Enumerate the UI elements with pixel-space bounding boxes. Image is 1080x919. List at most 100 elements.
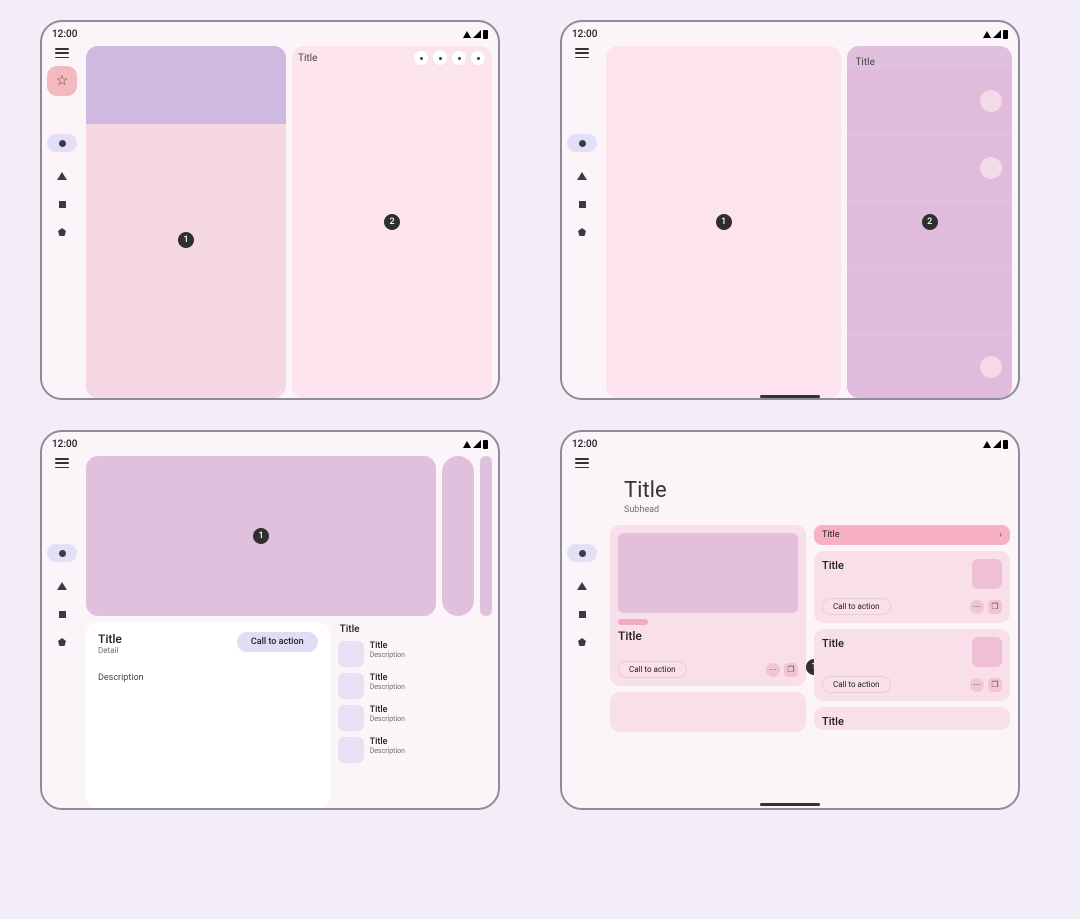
menu-icon[interactable] [575, 458, 589, 468]
pane-title: Title [298, 53, 317, 64]
collection-icon[interactable]: ❐ [988, 678, 1002, 692]
nav-item[interactable] [567, 632, 597, 652]
wifi-icon [463, 31, 471, 38]
page-subhead: Subhead [624, 505, 1010, 515]
toolbar-action[interactable] [470, 50, 486, 66]
hero-item-peek[interactable] [442, 456, 474, 616]
hero-item-peek[interactable] [480, 456, 492, 616]
avatar [980, 90, 1002, 112]
toolbar-actions [413, 50, 486, 66]
cta-chip[interactable]: Call to action [822, 676, 891, 693]
feed-card[interactable]: Title Call to action ⋯ ❐ [814, 551, 1010, 623]
battery-icon [1003, 440, 1008, 449]
tablet-frame-3: 12:00 1 [40, 430, 500, 810]
square-icon [579, 201, 586, 208]
nav-item[interactable] [567, 222, 597, 242]
supporting-pane[interactable]: Title 2 [847, 46, 1012, 398]
status-bar: 12:00 [42, 22, 498, 42]
list-item[interactable] [847, 136, 1012, 198]
list-item[interactable]: TitleDescription [338, 673, 492, 699]
pentagon-icon [578, 228, 586, 236]
detail-pane[interactable]: Title 2 [292, 46, 492, 398]
list-pane[interactable]: 1 [86, 46, 286, 398]
nav-item-active[interactable] [47, 134, 77, 152]
list-item[interactable] [847, 203, 1012, 265]
fab-button[interactable]: ☆ [47, 66, 77, 96]
nav-item-active[interactable] [567, 544, 597, 562]
list-item[interactable]: TitleDescription [338, 737, 492, 763]
nav-rail [42, 452, 82, 808]
collection-icon[interactable]: ❐ [988, 600, 1002, 614]
card-description: Description [98, 673, 318, 683]
toolbar-action[interactable] [413, 50, 429, 66]
menu-icon[interactable] [55, 48, 69, 58]
nav-rail [562, 452, 602, 808]
hero-image [86, 46, 286, 124]
more-icon[interactable]: ⋯ [970, 600, 984, 614]
region-badge: 2 [384, 214, 400, 230]
toolbar-action[interactable] [451, 50, 467, 66]
nav-item[interactable] [567, 194, 597, 214]
signal-icon [993, 440, 1001, 448]
feed-card[interactable]: Title Call to action ⋯ ❐ [814, 629, 1010, 701]
nav-item[interactable] [47, 222, 77, 242]
label-chip [618, 619, 648, 625]
cta-chip[interactable]: Call to action [618, 661, 687, 678]
side-list: Title TitleDescription TitleDescription … [338, 622, 492, 808]
list-item[interactable] [847, 269, 1012, 331]
nav-item-active[interactable] [567, 134, 597, 152]
more-icon[interactable]: ⋯ [766, 663, 780, 677]
nav-item[interactable] [47, 166, 77, 186]
square-icon [59, 611, 66, 618]
card-title: Title [822, 715, 1002, 728]
nav-item-active[interactable] [47, 544, 77, 562]
square-icon [579, 611, 586, 618]
signal-icon [473, 30, 481, 38]
wifi-icon [983, 441, 991, 448]
collection-icon[interactable]: ❐ [784, 663, 798, 677]
primary-pane[interactable]: 1 [606, 46, 841, 398]
feed-card[interactable]: Title Call to action ⋯ ❐ [610, 525, 806, 686]
tablet-frame-2: 12:00 1 Title [560, 20, 1020, 400]
circle-icon [59, 140, 66, 147]
battery-icon [1003, 30, 1008, 39]
battery-icon [483, 440, 488, 449]
cta-chip[interactable]: Call to action [822, 598, 891, 615]
nav-item[interactable] [567, 166, 597, 186]
list-item[interactable]: TitleDescription [338, 705, 492, 731]
content-card[interactable]: Title Detail Call to action Description [86, 622, 330, 808]
cta-button[interactable]: Call to action [237, 632, 318, 652]
list-item[interactable] [847, 70, 1012, 132]
nav-item[interactable] [47, 576, 77, 596]
feed-column: Title › Title Call to action ⋯ ❐ [814, 525, 1010, 808]
highlight-bar[interactable]: Title › [814, 525, 1010, 545]
nav-item[interactable] [47, 194, 77, 214]
list-item[interactable] [847, 336, 1012, 398]
thumbnail [338, 641, 364, 667]
status-bar: 12:00 [562, 22, 1018, 42]
menu-icon[interactable] [575, 48, 589, 58]
square-icon [59, 201, 66, 208]
gesture-handle[interactable] [760, 803, 820, 806]
signal-icon [473, 440, 481, 448]
feed-card[interactable] [610, 692, 806, 732]
nav-item[interactable] [47, 604, 77, 624]
tablet-frame-4: 12:00 Title Subhead [560, 430, 1020, 810]
avatar [980, 157, 1002, 179]
nav-item[interactable] [567, 576, 597, 596]
wifi-icon [463, 441, 471, 448]
status-indicators [463, 30, 488, 39]
gesture-handle[interactable] [760, 395, 820, 398]
region-badge: 1 [716, 214, 732, 230]
nav-item[interactable] [47, 632, 77, 652]
more-icon[interactable]: ⋯ [970, 678, 984, 692]
feed-card[interactable]: Title [814, 707, 1010, 730]
menu-icon[interactable] [55, 458, 69, 468]
hero-item[interactable]: 1 [86, 456, 436, 616]
toolbar-action[interactable] [432, 50, 448, 66]
list-item[interactable]: TitleDescription [338, 641, 492, 667]
hero-carousel[interactable]: 1 [86, 456, 492, 616]
pentagon-icon [58, 638, 66, 646]
thumbnail [338, 673, 364, 699]
nav-item[interactable] [567, 604, 597, 624]
